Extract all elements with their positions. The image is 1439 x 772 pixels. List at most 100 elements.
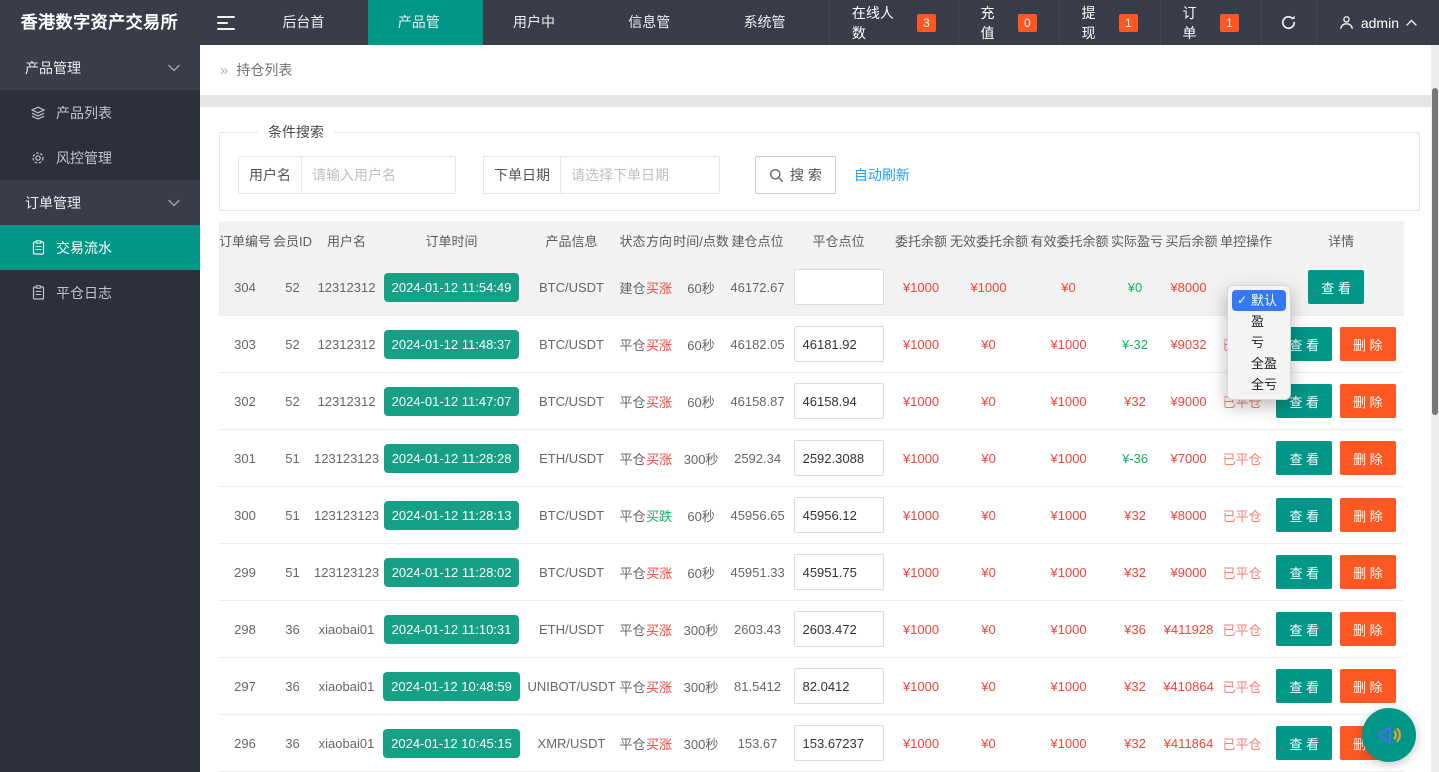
search-button[interactable]: 搜 索 [755,156,836,194]
actual-profit: ¥36 [1110,622,1160,637]
refresh-button[interactable] [1261,0,1316,45]
view-button[interactable]: 查 看 [1276,612,1332,646]
search-button-label: 搜 索 [790,165,822,185]
invalid-entrust-balance: ¥0 [950,679,1027,694]
online-users-badge: 3 [917,14,936,32]
column-header: 时间/点数 [672,231,730,250]
view-button[interactable]: 查 看 [1276,498,1332,532]
delete-button[interactable]: 删 除 [1340,441,1396,475]
username-group: 用户名 [238,156,456,194]
nav-item-dashboard[interactable]: 后台首页 [252,0,367,45]
order-date-input[interactable] [560,156,720,194]
dropdown-option[interactable]: 全亏 [1232,374,1286,395]
control-status: 已平仓 [1217,563,1267,582]
direction: 买涨 [646,563,672,582]
close-price-input[interactable] [794,440,884,476]
control-status: 已平仓 [1217,620,1267,639]
column-header: 实际盈亏 [1111,231,1163,250]
order-time-badge: 2024-01-12 11:48:37 [384,330,520,359]
scrollbar-thumb[interactable] [1432,88,1438,415]
direction: 买涨 [646,734,672,753]
status: 平仓 [619,506,646,525]
dropdown-option[interactable]: 全盈 [1232,353,1286,374]
close-price-input[interactable] [794,326,884,362]
view-button[interactable]: 查 看 [1276,669,1332,703]
member-id: 52 [271,394,314,409]
dropdown-option[interactable]: 盈 [1232,311,1286,332]
nav-item-product-mgmt[interactable]: 产品管理 [368,0,483,45]
invalid-entrust-balance: ¥0 [950,451,1027,466]
open-price: 46182.05 [730,337,785,352]
username: 123123123 [314,451,379,466]
after-balance: ¥9000 [1160,394,1217,409]
close-price-input[interactable] [794,611,884,647]
valid-entrust-balance: ¥1000 [1027,337,1110,352]
sidebar-item-trade-flow[interactable]: 交易流水 [0,225,200,270]
user-menu[interactable]: admin [1316,0,1439,45]
status: 平仓 [619,620,646,639]
delete-button[interactable]: 删 除 [1340,327,1396,361]
sidebar-group-order-mgmt[interactable]: 订单管理 [0,180,200,225]
delete-button[interactable]: 删 除 [1340,669,1396,703]
nav-item-system-mgmt[interactable]: 系统管理 [714,0,829,45]
sidebar-item-label: 产品列表 [56,103,112,123]
close-price-input[interactable] [794,269,884,305]
sidebar-item-product-list[interactable]: 产品列表 [0,90,200,135]
username-search-input[interactable] [301,156,456,194]
sidebar-item-label: 平仓日志 [56,283,112,303]
close-price-input[interactable] [794,668,884,704]
delete-button[interactable]: 删 除 [1340,498,1396,532]
actual-profit: ¥32 [1110,736,1160,751]
recharge-item[interactable]: 充值 0 [958,0,1059,45]
view-button[interactable]: 查 看 [1276,441,1332,475]
member-id: 36 [271,736,314,751]
view-button[interactable]: 查 看 [1308,270,1364,304]
sidebar-item-close-log[interactable]: 平仓日志 [0,270,200,315]
view-button[interactable]: 查 看 [1276,726,1332,760]
order-time-badge: 2024-01-12 10:45:15 [383,729,520,758]
sidebar-item-risk-mgmt[interactable]: 风控管理 [0,135,200,180]
column-header: 无效委托余额 [950,231,1028,250]
app-logo: 香港数字资产交易所 [0,0,199,45]
table-row: 297 36 xiaobai01 2024-01-12 10:48:59 UNI… [219,658,1404,715]
dropdown-option[interactable]: ✓默认 [1232,290,1286,311]
close-price-input[interactable] [794,383,884,419]
product-info: BTC/USDT [524,394,619,409]
view-button[interactable]: 查 看 [1276,555,1332,589]
menu-toggle-button[interactable] [199,0,253,45]
orders-item[interactable]: 订单 1 [1160,0,1261,45]
page-scrollbar[interactable] [1431,45,1439,772]
nav-item-info-mgmt[interactable]: 信息管理 [598,0,713,45]
close-price-input[interactable] [794,497,884,533]
close-price-input[interactable] [794,725,884,761]
invalid-entrust-balance: ¥0 [950,394,1027,409]
control-status: 已平仓 [1217,506,1267,525]
online-users-item[interactable]: 在线人数 3 [829,0,958,45]
invalid-entrust-balance: ¥0 [950,565,1027,580]
duration: 60秒 [672,278,730,297]
breadcrumb-chevrons-icon: » [220,62,228,79]
auto-refresh-link[interactable]: 自动刷新 [854,165,910,185]
close-price-input[interactable] [794,554,884,590]
withdraw-item[interactable]: 提现 1 [1059,0,1160,45]
checkmark-icon: ✓ [1237,290,1247,311]
person-icon [1339,15,1354,30]
sidebar-group-product-mgmt[interactable]: 产品管理 [0,45,200,90]
username-label: 用户名 [238,156,301,194]
layers-icon [30,105,46,121]
nav-item-user-center[interactable]: 用户中心 [483,0,598,45]
column-header: 用户名 [314,231,379,250]
dropdown-option-label: 盈 [1251,314,1264,329]
username: 12312312 [314,280,379,295]
delete-button[interactable]: 删 除 [1340,555,1396,589]
sound-fab-button[interactable] [1362,708,1416,762]
dropdown-option[interactable]: 亏 [1232,332,1286,353]
divider-strip [200,95,1439,107]
delete-button[interactable]: 删 除 [1340,384,1396,418]
actual-profit: ¥-32 [1110,337,1160,352]
recharge-badge: 0 [1018,14,1037,32]
username: 12312312 [314,337,379,352]
order-id: 297 [219,679,271,694]
delete-button[interactable]: 删 除 [1340,612,1396,646]
status: 平仓 [619,449,646,468]
